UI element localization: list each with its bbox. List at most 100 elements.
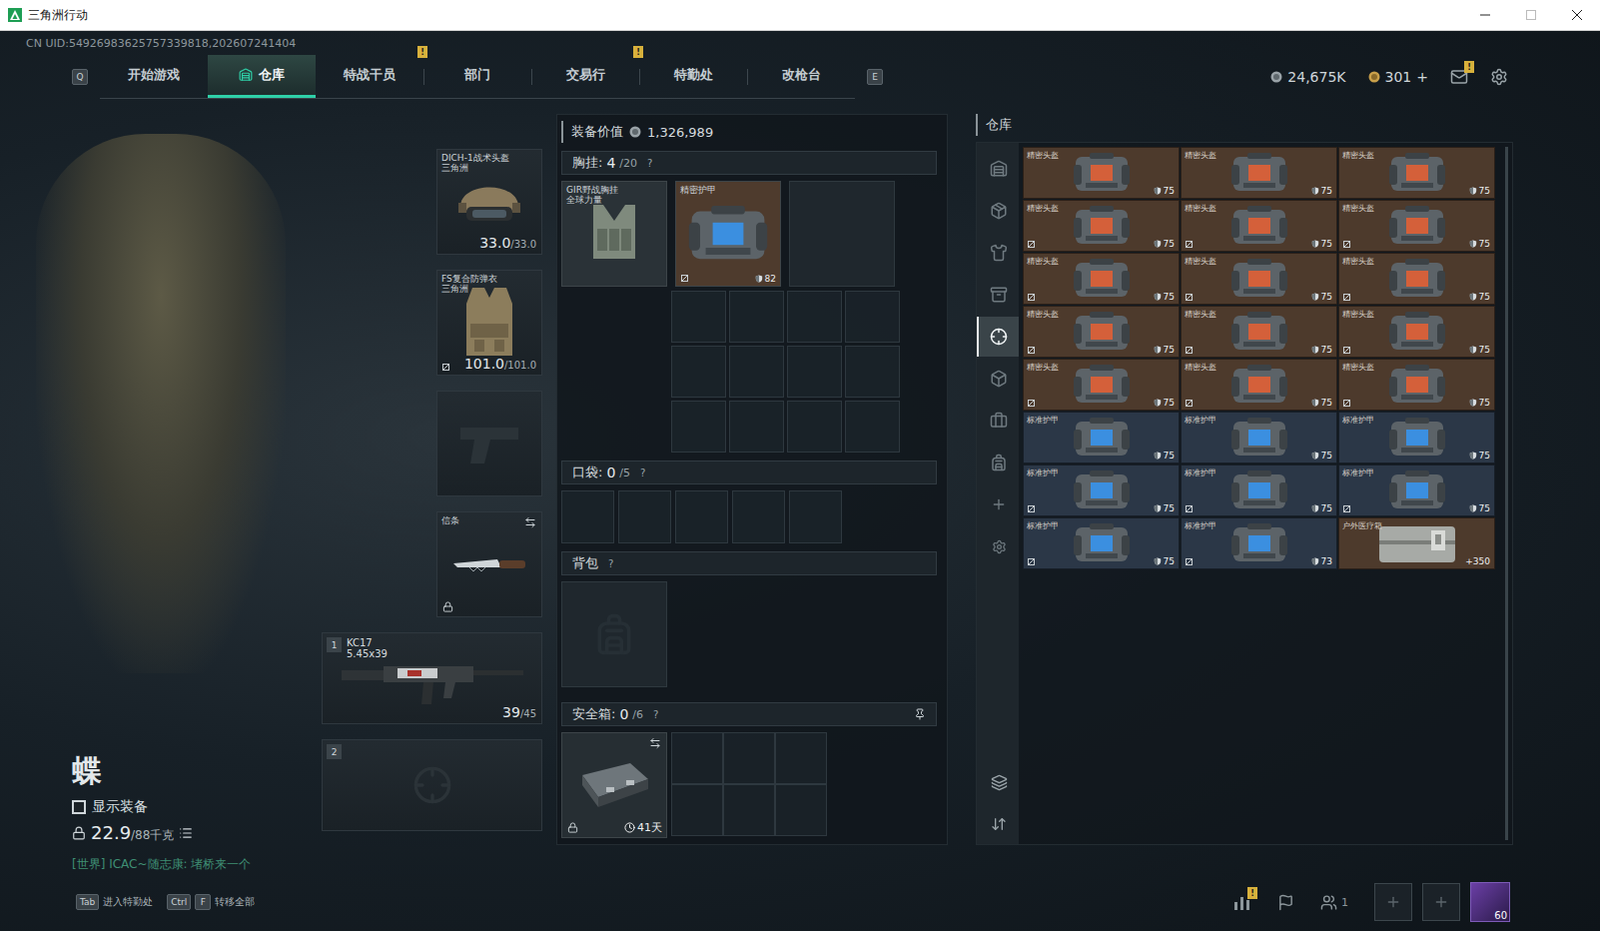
pocket-slot[interactable] — [618, 490, 672, 544]
warehouse-item[interactable]: 标准护甲75 — [1022, 411, 1180, 464]
warehouse-tab[interactable] — [976, 190, 1019, 231]
marked-icon — [1027, 505, 1035, 513]
grid-cell[interactable] — [787, 400, 842, 453]
grid-cell[interactable] — [844, 400, 900, 453]
grid-cell[interactable] — [729, 290, 785, 343]
warehouse-item[interactable]: 标准护甲75 — [1338, 411, 1496, 464]
warehouse-item[interactable]: 精密头盔75 — [1180, 305, 1338, 358]
warehouse-item[interactable]: 精密头盔75 — [1022, 146, 1180, 199]
nav-tab[interactable]: 仓库 — [207, 54, 316, 98]
show-gear-checkbox[interactable]: 显示装备 — [71, 798, 322, 816]
grid-cell[interactable] — [787, 290, 842, 343]
grid-cell[interactable] — [671, 784, 724, 836]
ticket-balance[interactable]: 301+ — [1368, 68, 1429, 85]
flag-button[interactable] — [1277, 893, 1295, 911]
warehouse-tab[interactable] — [976, 232, 1019, 273]
pocket-slot[interactable] — [732, 490, 786, 544]
warehouse-tab[interactable] — [976, 442, 1019, 483]
helmet-slot[interactable]: DICH-1战术头盔三角洲33.0/33.0 — [436, 148, 543, 255]
warehouse-item[interactable]: 标准护甲75 — [1338, 464, 1496, 517]
weapon-slot[interactable]: 2 — [321, 739, 543, 831]
warehouse-tab[interactable] — [976, 274, 1019, 315]
durability-icon — [1153, 398, 1162, 407]
warehouse-tab[interactable] — [976, 400, 1019, 441]
nav-tab[interactable]: 交易行 — [531, 54, 640, 98]
grid-cell[interactable] — [787, 345, 842, 398]
warehouse-item[interactable]: 标准护甲75 — [1180, 411, 1338, 464]
pistol-slot[interactable] — [436, 390, 543, 497]
grid-cell[interactable] — [671, 345, 727, 398]
weapon-slot[interactable]: 1KC175.45x3939/45 — [321, 632, 543, 725]
warehouse-item[interactable]: 精密头盔75 — [1338, 199, 1496, 252]
player-avatar[interactable]: 60 — [1470, 881, 1511, 922]
backpack-slot[interactable] — [561, 581, 668, 688]
chest-row: GIR野战胸挂全球力量精密护甲82 — [561, 180, 937, 287]
friends-button[interactable]: 1 — [1320, 893, 1349, 911]
safe-case-card[interactable]: 41天 — [561, 732, 668, 838]
grid-cell[interactable] — [671, 290, 727, 343]
warehouse-item[interactable]: 精密头盔75 — [1338, 146, 1496, 199]
key-hint[interactable]: Tab进入特勤处 — [75, 893, 153, 910]
list-icon[interactable] — [178, 825, 193, 840]
grid-cell[interactable] — [775, 732, 827, 785]
warehouse-item[interactable]: 标准护甲75 — [1022, 517, 1180, 570]
nav-tab[interactable]: 开始游戏 — [99, 54, 208, 98]
warehouse-item[interactable]: 精密头盔75 — [1180, 252, 1338, 305]
warehouse-item[interactable]: 精密头盔75 — [1338, 252, 1496, 305]
nav-tab[interactable]: !部门 — [423, 54, 532, 98]
warehouse-item[interactable]: 标准护甲75 — [1180, 464, 1338, 517]
sort-button[interactable] — [976, 803, 1019, 844]
grid-cell[interactable] — [723, 784, 776, 836]
grid-cell[interactable] — [723, 732, 776, 785]
pocket-slot[interactable] — [675, 490, 729, 544]
warehouse-settings-button[interactable] — [976, 526, 1019, 567]
warehouse-item[interactable]: 精密头盔75 — [1338, 305, 1496, 358]
nav-tab[interactable]: !特勤处 — [639, 54, 748, 98]
stack-button[interactable] — [976, 762, 1019, 802]
grid-cell[interactable] — [729, 400, 785, 453]
pocket-slot[interactable] — [561, 490, 615, 544]
minimize-button[interactable] — [1462, 0, 1509, 30]
warehouse-item[interactable]: 精密头盔75 — [1022, 305, 1180, 358]
grid-cell[interactable] — [844, 345, 900, 398]
pocket-slot[interactable] — [789, 490, 842, 544]
nav-tab[interactable]: 特战干员 — [315, 54, 424, 98]
grid-cell[interactable] — [844, 290, 900, 343]
grid-cell[interactable] — [671, 732, 724, 785]
warehouse-tab[interactable] — [976, 316, 1019, 357]
warehouse-tab[interactable] — [976, 358, 1019, 399]
scrollbar[interactable] — [1505, 146, 1509, 840]
grid-cell[interactable] — [775, 784, 827, 836]
invite-slot[interactable] — [1422, 882, 1461, 921]
chest-empty-slot[interactable] — [789, 180, 895, 287]
key-hint[interactable]: CtrlF转移全部 — [166, 893, 255, 910]
invite-slot[interactable] — [1374, 882, 1413, 921]
nav-tab[interactable]: 改枪台 — [747, 54, 855, 98]
warehouse-item[interactable]: 精密头盔75 — [1338, 358, 1496, 411]
warehouse-item[interactable]: 精密头盔75 — [1022, 199, 1180, 252]
warehouse-item[interactable]: 标准护甲75 — [1022, 464, 1180, 517]
settings-button[interactable] — [1490, 67, 1509, 86]
warehouse-item[interactable]: 精密头盔75 — [1180, 146, 1338, 199]
warehouse-item[interactable]: 精密头盔75 — [1022, 358, 1180, 411]
add-tab-button[interactable] — [976, 484, 1019, 525]
warehouse-item[interactable]: 精密头盔75 — [1180, 358, 1338, 411]
chest-item-card[interactable]: 精密护甲82 — [675, 180, 782, 287]
swap-icon[interactable] — [649, 737, 662, 750]
warehouse-item[interactable]: 精密头盔75 — [1180, 199, 1338, 252]
grid-cell[interactable] — [671, 400, 727, 453]
pin-icon[interactable] — [913, 708, 926, 721]
warehouse-item[interactable]: 户外医疗箱+350 — [1338, 517, 1496, 570]
swap-icon[interactable] — [524, 516, 537, 529]
warehouse-tab[interactable] — [976, 148, 1019, 189]
melee-slot[interactable]: 信条 — [436, 511, 543, 618]
armor-slot[interactable]: FS复合防弹衣三角洲101.0/101.0 — [436, 269, 543, 376]
chest-rig-card[interactable]: GIR野战胸挂全球力量 — [561, 180, 668, 287]
warehouse-item[interactable]: 精密头盔75 — [1022, 252, 1180, 305]
maximize-button[interactable] — [1508, 0, 1555, 30]
mail-button[interactable]: ! — [1450, 67, 1469, 86]
close-button[interactable] — [1554, 0, 1600, 30]
warehouse-item[interactable]: 标准护甲73 — [1180, 517, 1338, 570]
grid-cell[interactable] — [729, 345, 785, 398]
stats-button[interactable]: ! — [1233, 893, 1252, 910]
